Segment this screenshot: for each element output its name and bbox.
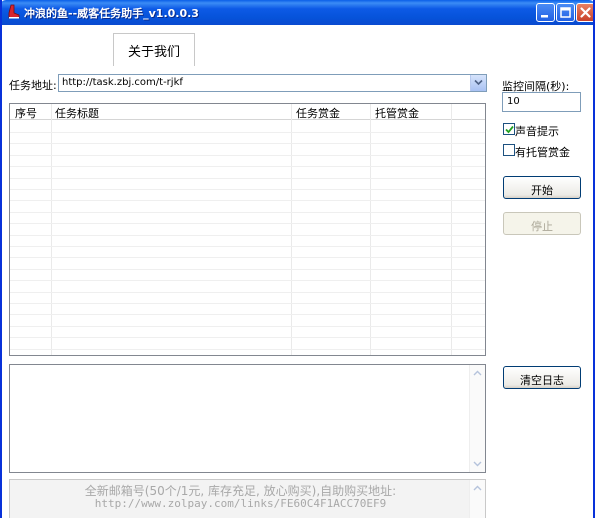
boot-icon bbox=[5, 4, 21, 20]
escrow-only-label: 有托管赏金 bbox=[515, 146, 570, 159]
ad-textarea[interactable]: 全新邮箱号(50个/1元, 库存充足, 放心购买),自助购买地址: http:/… bbox=[9, 479, 486, 518]
scroll-up-icon[interactable] bbox=[470, 481, 485, 496]
sound-alert-label: 声音提示 bbox=[515, 125, 559, 138]
table-row-divider bbox=[10, 200, 485, 201]
table-row-divider bbox=[10, 303, 485, 304]
table-row-divider bbox=[10, 189, 485, 190]
table-row-divider bbox=[10, 337, 485, 338]
table-row-divider bbox=[10, 178, 485, 179]
column-header-title[interactable]: 任务标题 bbox=[55, 105, 99, 121]
task-url-label: 任务地址: bbox=[9, 79, 57, 92]
tab-label: 关于我们 bbox=[127, 45, 180, 60]
log-scrollbar[interactable] bbox=[469, 365, 485, 472]
log-textarea[interactable] bbox=[9, 364, 486, 473]
task-table[interactable]: 序号 任务标题 任务赏金 托管赏金 bbox=[9, 103, 486, 356]
table-row-divider bbox=[10, 143, 485, 144]
column-header-escrow[interactable]: 托管赏金 bbox=[375, 105, 419, 121]
table-row-divider bbox=[10, 246, 485, 247]
checkbox-unchecked[interactable] bbox=[503, 144, 515, 156]
ad-scrollbar[interactable] bbox=[469, 480, 485, 518]
title-bar[interactable]: 冲浪的鱼--威客任务助手_v1.0.0.3 bbox=[2, 0, 593, 25]
clear-log-button[interactable]: 清空日志 bbox=[503, 366, 581, 389]
checkmark-icon bbox=[505, 125, 514, 134]
table-row-divider bbox=[10, 132, 485, 133]
table-header: 序号 任务标题 任务赏金 托管赏金 bbox=[10, 104, 485, 120]
table-row-divider bbox=[10, 280, 485, 281]
checkbox-checked[interactable] bbox=[503, 123, 515, 135]
start-button[interactable]: 开始 bbox=[503, 176, 581, 199]
maximize-button[interactable] bbox=[556, 3, 575, 22]
table-row-divider bbox=[10, 326, 485, 327]
column-header-reward[interactable]: 任务赏金 bbox=[296, 105, 340, 121]
table-row-divider bbox=[10, 223, 485, 224]
maximize-icon bbox=[560, 7, 571, 18]
close-button[interactable] bbox=[576, 3, 593, 22]
minimize-button[interactable] bbox=[536, 3, 555, 22]
tab-about-us[interactable]: 关于我们 bbox=[113, 33, 195, 66]
table-row-divider bbox=[10, 212, 485, 213]
column-divider bbox=[291, 104, 292, 355]
start-button-label: 开始 bbox=[531, 184, 553, 197]
table-row-divider bbox=[10, 155, 485, 156]
stop-button[interactable]: 停止 bbox=[503, 212, 581, 235]
minimize-icon bbox=[541, 15, 548, 18]
table-row-divider bbox=[10, 314, 485, 315]
interval-value[interactable]: 10 bbox=[507, 96, 520, 107]
interval-input[interactable]: 10 bbox=[502, 92, 581, 112]
window-title: 冲浪的鱼--威客任务助手_v1.0.0.3 bbox=[24, 7, 199, 20]
column-header-index[interactable]: 序号 bbox=[15, 105, 37, 121]
table-row-divider bbox=[10, 292, 485, 293]
table-row-divider bbox=[10, 257, 485, 258]
clear-log-button-label: 清空日志 bbox=[520, 374, 564, 387]
dropdown-button[interactable] bbox=[470, 75, 486, 91]
stop-button-label: 停止 bbox=[531, 220, 553, 233]
ad-link-text: http://www.zolpay.com/links/FE60C4F1ACC7… bbox=[94, 497, 387, 510]
table-row-divider bbox=[10, 349, 485, 350]
close-icon bbox=[580, 7, 591, 18]
task-url-combobox[interactable]: http://task.zbj.com/t-rjkf bbox=[58, 74, 487, 92]
table-row-divider bbox=[10, 235, 485, 236]
scroll-down-icon[interactable] bbox=[470, 456, 485, 471]
table-row-divider bbox=[10, 166, 485, 167]
column-divider bbox=[451, 104, 452, 355]
task-url-value[interactable]: http://task.zbj.com/t-rjkf bbox=[62, 77, 183, 88]
app-window: 冲浪的鱼--威客任务助手_v1.0.0.3 关于我们 任务地址: http://… bbox=[0, 0, 595, 518]
scroll-up-icon[interactable] bbox=[470, 366, 485, 381]
table-row-divider bbox=[10, 269, 485, 270]
chevron-down-icon bbox=[474, 79, 483, 86]
column-divider bbox=[370, 104, 371, 355]
column-divider bbox=[51, 104, 52, 355]
